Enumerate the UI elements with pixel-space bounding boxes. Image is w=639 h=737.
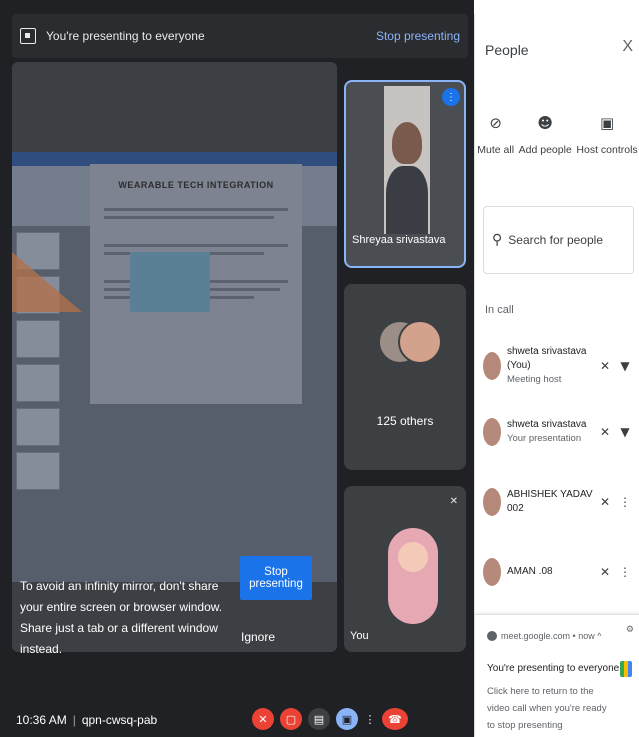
people-panel: People X ⊘ Mute all ☻ Add people ▣ Host … [474,14,639,737]
slide-illustration [130,252,210,312]
self-tile[interactable]: ✕ You [344,486,466,652]
end-call-icon[interactable]: ☎ [382,708,408,730]
mic-off-icon: ⊘ [489,114,502,132]
meet-main-area: You're presenting to everyone Stop prese… [0,0,474,737]
mic-off-icon[interactable]: ✕ [595,565,615,579]
participant-info: AMAN .08 [507,565,595,579]
participant-name: shweta srivastava (You) [507,346,587,371]
avatar [483,558,501,586]
add-people-button[interactable]: ☻ Add people [519,114,572,156]
chrome-icon [487,631,497,641]
more-options-icon[interactable]: ⋮ [442,88,460,106]
more-options-icon[interactable]: ⋮ [615,495,635,509]
call-controls: ✕ ▢ ▤ ▣ ⋮ ☎ [252,708,408,730]
avatar [483,488,501,516]
ppt-thumb [16,408,60,446]
participant-tile-main[interactable]: ⋮ Shreyaa srivastava [344,80,466,268]
present-screen-icon [20,28,36,44]
notification-body: Click here to return to the video call w… [487,686,607,731]
unpin-icon[interactable]: ▼ [615,425,635,439]
search-input[interactable] [508,233,619,247]
camera-off-icon[interactable]: ▢ [280,708,302,730]
slide-title: WEARABLE TECH INTEGRATION [118,180,274,190]
volume-off-icon[interactable]: ✕ [595,425,615,439]
slide-decoration [12,252,82,312]
participant-info: shweta srivastava (You) Meeting host [507,345,595,387]
participant-role: Meeting host [507,374,562,385]
participant-name: Shreyaa srivastava [352,234,446,246]
self-label: You [350,630,369,642]
participant-face [392,122,422,164]
others-tile[interactable]: 125 others [344,284,466,470]
slide-text-line [104,244,288,247]
add-people-label: Add people [518,144,572,156]
close-icon[interactable]: X [622,38,633,56]
people-actions: ⊘ Mute all ☻ Add people ▣ Host controls [475,114,639,156]
pin-icon[interactable]: ▼ [615,359,635,373]
participant-row[interactable]: shweta srivastava Your presentation ✕ ▼ [483,410,635,454]
ignore-button[interactable]: Ignore [238,626,278,648]
gear-icon[interactable]: ⚙ [626,625,634,635]
mic-off-icon[interactable]: ✕ [252,708,274,730]
mic-off-icon[interactable]: ✕ [595,359,615,373]
ppt-thumb [16,452,60,490]
host-controls-button[interactable]: ▣ Host controls [576,114,637,156]
others-count: 125 others [376,414,434,428]
more-options-icon[interactable]: ⋮ [364,708,376,730]
participant-info: ABHISHEK YADAV 002 [507,488,595,516]
ppt-thumb [16,364,60,402]
presenting-banner: You're presenting to everyone Stop prese… [12,14,468,58]
search-box: ⚲ [483,206,634,274]
stop-presenting-button[interactable]: Stop presenting [240,556,312,600]
stop-presenting-link[interactable]: Stop presenting [376,29,460,43]
participant-name: ABHISHEK YADAV 002 [507,489,593,514]
lock-icon: ▣ [599,114,615,132]
mute-all-label: Mute all [477,144,515,156]
participant-name: AMAN .08 [507,566,553,577]
meeting-time: 10:36 AM [16,712,67,727]
slide-text-line [104,208,288,211]
mute-all-button[interactable]: ⊘ Mute all [477,114,514,156]
presenting-notification[interactable]: meet.google.com • now ^ ⚙ You're present… [475,614,639,737]
captions-icon[interactable]: ▤ [308,708,330,730]
people-panel-title: People [485,42,529,58]
infinity-mirror-warning: To avoid an infinity mirror, don't share… [20,579,223,656]
avatar [398,320,442,364]
participant-role: Your presentation [507,433,582,444]
avatar [483,418,501,446]
slide-text-line [104,216,274,219]
in-call-heading: In call [485,304,514,316]
meeting-code: qpn-cwsq-pab [81,712,158,727]
avatar [483,352,501,380]
google-meet-logo-icon [620,661,632,677]
participant-video [384,86,430,234]
participant-body [386,166,428,234]
person-add-icon: ☻ [537,114,554,132]
search-icon: ⚲ [492,232,503,248]
notification-source-text: meet.google.com • now ^ [501,631,602,641]
participant-info: shweta srivastava Your presentation [507,418,595,446]
mic-off-icon[interactable]: ✕ [595,495,615,509]
participant-row[interactable]: shweta srivastava (You) Meeting host ✕ ▼ [483,344,635,388]
notification-title: You're presenting to everyone [487,663,620,674]
participant-row[interactable]: ABHISHEK YADAV 002 ✕ ⋮ [483,480,635,524]
notification-source: meet.google.com • now ^ [487,631,601,641]
ppt-thumb [16,320,60,358]
bottom-bar-separator: | [72,712,76,727]
more-options-icon[interactable]: ⋮ [615,565,635,579]
participant-row[interactable]: AMAN .08 ✕ ⋮ [483,550,635,594]
participant-name: shweta srivastava [507,419,587,430]
host-controls-label: Host controls [576,144,638,156]
self-avatar [388,528,438,624]
present-now-icon[interactable]: ▣ [336,708,358,730]
meeting-bottom-bar: 10:36 AM | qpn-cwsq-pab ✕ ▢ ▤ ▣ ⋮ ☎ [0,702,474,737]
mic-off-icon: ✕ [449,496,458,507]
presenting-message: You're presenting to everyone [46,29,205,43]
